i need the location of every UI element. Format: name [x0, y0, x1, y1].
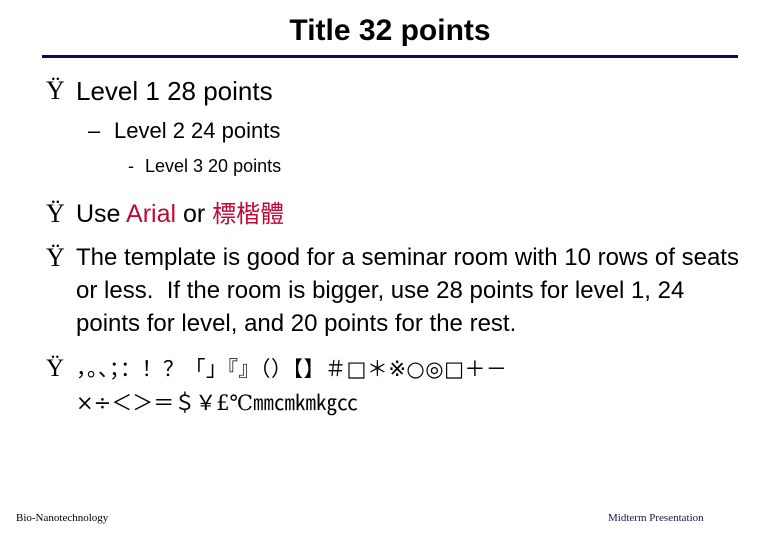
title-divider [42, 55, 738, 58]
title-area: Title 32 points [42, 14, 738, 48]
bullet-level-3: - Level 3 20 points [128, 153, 746, 179]
slide-canvas: Title 32 points Ÿ Level 1 28 points – Le… [0, 0, 780, 540]
font-recommendation-text: Use Arial or 標楷體 [76, 197, 746, 231]
bullet-level-1-text: Level 1 28 points [76, 76, 273, 106]
bullet-marker-level1-icon: Ÿ [46, 76, 65, 105]
bullet-template-guidance: Ÿ The template is good for a seminar roo… [46, 241, 746, 340]
bullet-symbol-sample: Ÿ ，。、；：！？「」『』（）【】＃□＊※○◎□＋－ ×÷＜＞＝＄￥£℃㎜㎝㎞㎏… [46, 352, 746, 420]
footer-left-label: Bio-Nanotechnology [16, 512, 109, 524]
bullet-level-1: Ÿ Level 1 28 points [46, 74, 746, 108]
template-guidance-text: The template is good for a seminar room … [76, 244, 746, 337]
bullet-marker-level1-icon: Ÿ [46, 355, 65, 382]
latin-font-name: Arial [126, 200, 177, 228]
footer-right-label: Midterm Presentation [608, 512, 704, 524]
bullet-font-recommendation: Ÿ Use Arial or 標楷體 [46, 197, 746, 231]
symbol-line-math-units: ×÷＜＞＝＄￥£℃㎜㎝㎞㎏㏄ [76, 391, 359, 415]
bullet-marker-level3-icon: - [128, 156, 134, 176]
page-title: Title 32 points [289, 14, 491, 47]
bullet-level-2-text: Level 2 24 points [114, 118, 281, 143]
symbol-line-punctuation: ，。、；：！？「」『』（）【】＃□＊※○◎□＋－ [76, 357, 508, 381]
slide-body: Ÿ Level 1 28 points – Level 2 24 points … [46, 74, 746, 422]
font-line-conjunction: or [176, 200, 213, 228]
symbol-sample-block: ，。、；：！？「」『』（）【】＃□＊※○◎□＋－ ×÷＜＞＝＄￥£℃㎜㎝㎞㎏㏄ [76, 352, 746, 420]
bullet-level-2: – Level 2 24 points [88, 116, 746, 146]
bullet-marker-level1-icon: Ÿ [46, 243, 65, 272]
font-line-prefix: Use [76, 200, 127, 228]
bullet-marker-level2-icon: – [88, 118, 101, 143]
cjk-font-name: 標楷體 [212, 200, 285, 228]
bullet-level-3-text: Level 3 20 points [145, 156, 282, 176]
bullet-marker-level1-icon: Ÿ [46, 199, 65, 228]
